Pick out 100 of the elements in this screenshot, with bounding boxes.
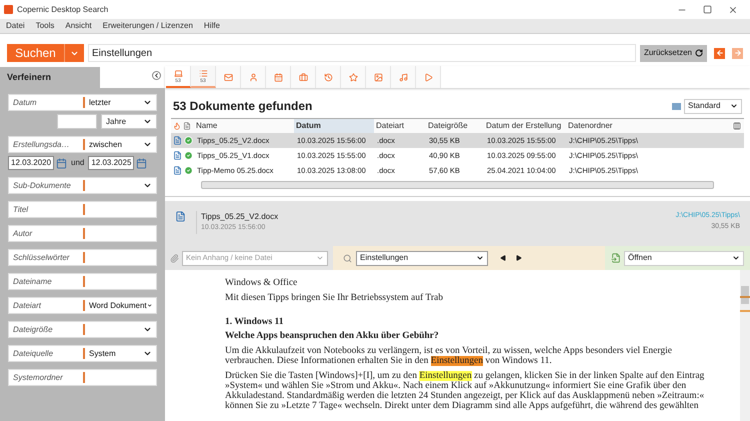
caret-icon bbox=[143, 117, 152, 126]
category-tab[interactable] bbox=[391, 66, 416, 88]
filter-label: Sub-Dokumente bbox=[13, 180, 72, 192]
filter-label: Dateiname bbox=[13, 276, 53, 288]
document-paragraph: Um die Akkulaufzeit von Notebooks zu verlängern, ist es von Vorteil, zu wissen, welche Apps besonders viel Energie verbrauchen. Diese Informationen erhalten Sie in den Einstellungen von Windows 11. bbox=[225, 346, 673, 366]
category-tab[interactable] bbox=[241, 66, 266, 88]
menu-item[interactable]: Ansicht bbox=[65, 20, 92, 32]
reset-button[interactable]: Zurücksetzen bbox=[640, 44, 707, 62]
category-icon bbox=[348, 72, 358, 82]
horizontal-scrollbar[interactable] bbox=[201, 181, 714, 189]
columns-icon[interactable] bbox=[733, 122, 741, 130]
filter-field[interactable]: Schlüsselwörter bbox=[8, 249, 157, 266]
category-tab[interactable] bbox=[291, 66, 316, 88]
document-paragraph: Mit diesen Tipps bringen Sie Ihr Betriebssystem auf Trab bbox=[225, 293, 444, 303]
filter-field[interactable]: Dateiname bbox=[8, 273, 157, 290]
filter-field[interactable]: Systemordner bbox=[8, 369, 157, 386]
date-field[interactable]: 12.03.2025 bbox=[88, 156, 134, 170]
filter-dropdown[interactable]: Dateigröße bbox=[8, 321, 157, 338]
vertical-scrollbar[interactable] bbox=[740, 270, 750, 421]
document-paragraph: Drücken Sie die Tasten [Windows]+[I], um zu den Einstellungen zu gelangen, klicken Sie in der linken Spalte auf den Eintrag »System« und wählen Sie »Strom und Akku«. Nach einem Klick auf »Akkunutzung« informiert Sie eine Grafik über den Akkuladestand. Standardmäßig werden die letzten 24 Stunden angezeigt, per Klick auf das Ausklappmenü neben »Zeitraum:« können Sie zu »Letzte 7 Tage« wechseln. Direkt unter dem Diagramm sind alle Apps aufgeführt, die während des gewählten bbox=[225, 371, 706, 411]
category-icon bbox=[374, 72, 382, 82]
calendar-icon[interactable] bbox=[56, 158, 67, 168]
document-paragraph: Windows & Office bbox=[225, 278, 298, 288]
caret-icon bbox=[143, 349, 152, 358]
filter-dropdown[interactable]: Dateiquelle System bbox=[8, 345, 157, 362]
caret-icon bbox=[143, 325, 152, 334]
filter-label: Autor bbox=[13, 228, 34, 240]
category-tab[interactable] bbox=[316, 66, 341, 88]
column-header[interactable]: Datenordner bbox=[566, 119, 730, 133]
filter-field[interactable]: Autor bbox=[8, 225, 157, 242]
calendar-icon[interactable] bbox=[136, 158, 148, 168]
date-field[interactable]: 12.03.2020 bbox=[8, 156, 54, 170]
column-header[interactable]: Datum bbox=[294, 119, 374, 133]
window-title: Copernic Desktop Search bbox=[17, 4, 108, 16]
filter-label: Systemordner bbox=[13, 372, 64, 384]
category-icon bbox=[224, 72, 232, 82]
category-icon bbox=[324, 72, 332, 82]
category-tab[interactable] bbox=[416, 66, 441, 88]
category-icon bbox=[174, 68, 182, 78]
filter-dropdown[interactable]: Sub-Dokumente bbox=[8, 177, 157, 194]
category-icon bbox=[424, 72, 432, 82]
maximize-icon[interactable] bbox=[703, 5, 712, 14]
view-icon[interactable] bbox=[672, 102, 681, 110]
close-icon[interactable] bbox=[728, 4, 738, 14]
menu-item[interactable]: Erweiterungen / Lizenzen bbox=[102, 20, 193, 32]
back-button[interactable] bbox=[714, 48, 725, 58]
category-icon bbox=[398, 72, 408, 82]
category-tab[interactable] bbox=[366, 66, 391, 88]
word-file-icon bbox=[173, 166, 182, 175]
filter-value: zwischen bbox=[89, 138, 123, 150]
flame-icon bbox=[173, 122, 181, 130]
category-icon bbox=[298, 72, 308, 82]
next-icon[interactable] bbox=[516, 255, 522, 261]
menu-item[interactable]: Hilfe bbox=[204, 20, 220, 32]
document-heading: 1. Windows 11 bbox=[225, 317, 285, 327]
filter-label: Erstellungsda… bbox=[13, 138, 70, 150]
category-tab[interactable] bbox=[216, 66, 241, 88]
refine-tab[interactable]: Verfeinern bbox=[0, 67, 100, 88]
caret-icon bbox=[476, 254, 484, 262]
menu-item[interactable]: Datei bbox=[6, 20, 25, 32]
filter-value: letzter bbox=[89, 96, 112, 108]
filter-label: Titel bbox=[13, 204, 30, 216]
check-icon bbox=[184, 151, 193, 160]
word-file-icon bbox=[173, 151, 182, 160]
filter-label: Dateigröße bbox=[13, 324, 54, 336]
collapse-icon[interactable] bbox=[152, 71, 161, 80]
filter-label: Datum bbox=[13, 96, 38, 108]
filter-label: Dateiart bbox=[13, 300, 42, 312]
number-field[interactable] bbox=[57, 114, 97, 129]
check-icon bbox=[184, 166, 193, 175]
column-header[interactable]: Name bbox=[194, 119, 294, 133]
column-header[interactable]: Dateigröße bbox=[426, 119, 484, 133]
filter-dropdown[interactable]: Dateiart Word Dokument bbox=[8, 297, 157, 314]
filter-dropdown[interactable]: Datum letzter bbox=[8, 94, 157, 111]
document-heading: Welche Apps beanspruchen den Akku über Gebühr? bbox=[225, 331, 440, 341]
filter-dropdown[interactable]: Erstellungsda… zwischen bbox=[8, 136, 157, 153]
filter-label: Schlüsselwörter bbox=[13, 252, 71, 264]
filter-value: System bbox=[89, 348, 117, 360]
open-file-icon bbox=[611, 253, 621, 263]
filter-field[interactable]: Titel bbox=[8, 201, 157, 218]
joiner-text: und bbox=[70, 157, 86, 169]
search-field[interactable]: Einstellungen bbox=[88, 44, 636, 62]
filter-value: Word Dokument bbox=[89, 300, 147, 312]
reset-icon bbox=[695, 49, 703, 57]
previous-icon[interactable] bbox=[500, 255, 506, 261]
open-dropdown[interactable]: Öffnen bbox=[624, 250, 744, 266]
caret-icon bbox=[316, 254, 324, 262]
unit-dropdown[interactable]: Jahre bbox=[101, 114, 157, 129]
preview-file-name: Tipps_05.25_V2.docx bbox=[201, 211, 278, 223]
column-header[interactable]: Dateiart bbox=[374, 119, 426, 133]
category-tab[interactable] bbox=[266, 66, 291, 88]
menu-item[interactable]: Tools bbox=[36, 20, 54, 32]
category-tab[interactable] bbox=[341, 66, 366, 88]
category-icon bbox=[274, 72, 282, 82]
search-icon bbox=[343, 254, 352, 262]
word-file-icon bbox=[173, 136, 182, 145]
view-dropdown[interactable]: Standard bbox=[684, 98, 742, 114]
column-header[interactable]: Datum der Erstellung bbox=[484, 119, 566, 133]
term-dropdown[interactable]: Einstellungen bbox=[356, 250, 488, 266]
app-logo-icon bbox=[4, 5, 13, 14]
